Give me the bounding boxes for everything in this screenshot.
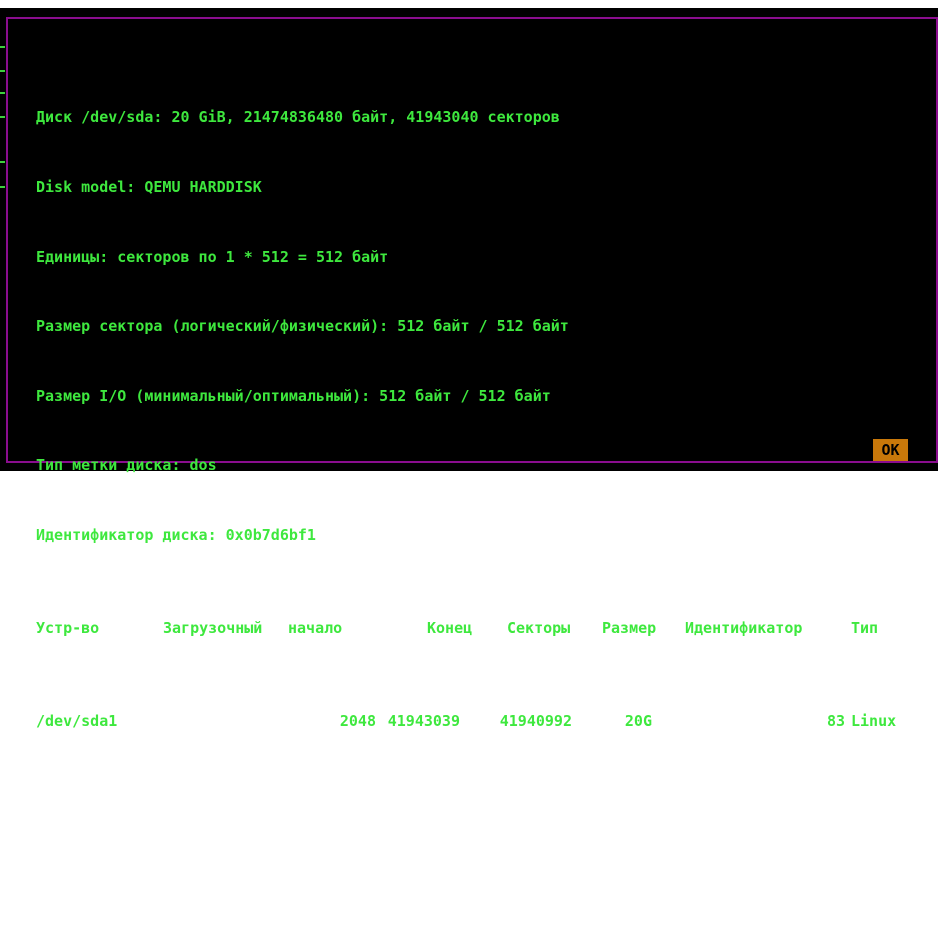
header-id: Идентификатор	[685, 618, 803, 637]
table-row: /dev/sda1 2048 41943039 41940992 20G 83 …	[36, 710, 916, 733]
cell-id: 83	[826, 711, 845, 730]
left-edge-mark	[0, 186, 5, 188]
partition-table-header: Устр-во Загрузочный начало Конец Секторы…	[36, 617, 916, 640]
header-boot: Загрузочный	[163, 618, 263, 637]
dialog-border-left	[6, 17, 8, 463]
left-edge-mark	[0, 161, 5, 163]
disk-model-line: Disk model: QEMU HARDDISK	[36, 178, 262, 196]
header-end: Конец	[427, 618, 473, 637]
sector-size-line: Размер сектора (логический/физический): …	[36, 317, 569, 336]
cell-end: 41943039	[387, 711, 460, 730]
left-edge-mark	[0, 92, 5, 94]
cell-start: 2048	[339, 711, 376, 730]
cell-device: /dev/sda1	[36, 711, 118, 730]
header-sectors: Секторы	[507, 618, 571, 637]
disk-info-text: Диск /dev/sda: 20 GiB, 21474836480 байт,…	[36, 60, 916, 779]
dialog-border-right	[936, 17, 938, 463]
label-type-line: Тип метки диска: dos	[36, 456, 217, 475]
header-device: Устр-во	[36, 618, 100, 637]
disk-summary-line: Диск /dev/sda: 20 GiB, 21474836480 байт,…	[36, 108, 560, 127]
left-edge-mark	[0, 70, 5, 72]
io-size-line: Размер I/O (минимальный/оптимальный): 51…	[36, 386, 551, 405]
header-size: Размер	[602, 618, 657, 637]
ok-button[interactable]: OK	[873, 439, 908, 461]
left-edge-mark	[0, 116, 5, 118]
cell-type: Linux	[851, 711, 897, 730]
header-type: Тип	[851, 618, 879, 637]
header-start: начало	[288, 618, 343, 637]
terminal-screen: Диск /dev/sda: 20 GiB, 21474836480 байт,…	[0, 0, 944, 730]
units-line: Единицы: секторов по 1 * 512 = 512 байт	[36, 247, 389, 266]
cell-sectors: 41940992	[499, 711, 572, 730]
disk-identifier-line: Идентификатор диска: 0x0b7d6bf1	[36, 525, 316, 544]
left-edge-mark	[0, 46, 5, 48]
cell-size: 20G	[624, 711, 652, 730]
dialog-border-top	[6, 17, 938, 19]
